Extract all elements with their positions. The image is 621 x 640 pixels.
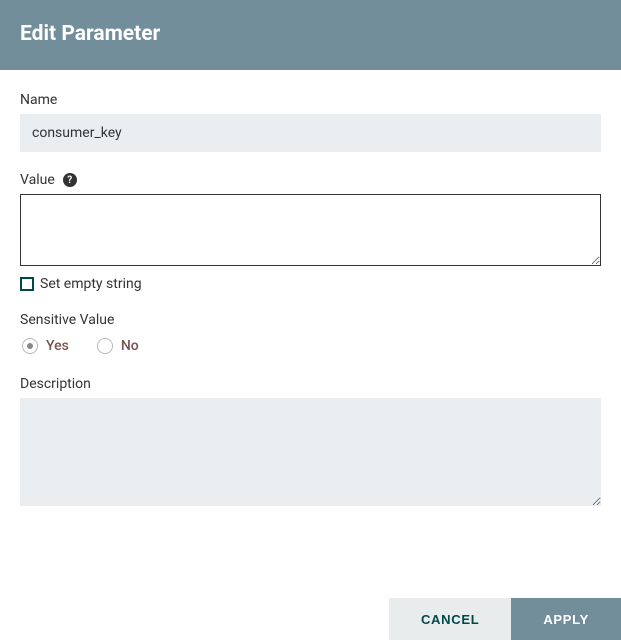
value-field: Value ? Set empty string bbox=[20, 172, 601, 292]
set-empty-label: Set empty string bbox=[40, 276, 142, 292]
dialog-footer: CANCEL APPLY bbox=[389, 598, 621, 640]
cancel-button[interactable]: CANCEL bbox=[389, 598, 511, 640]
radio-yes-label: Yes bbox=[46, 338, 69, 354]
dialog-header: Edit Parameter bbox=[0, 0, 621, 70]
sensitive-field: Sensitive Value Yes No bbox=[20, 312, 601, 354]
radio-no-label: No bbox=[121, 338, 139, 354]
radio-icon bbox=[22, 338, 38, 354]
value-textarea[interactable] bbox=[20, 194, 601, 266]
sensitive-radio-yes[interactable]: Yes bbox=[22, 338, 69, 354]
radio-icon bbox=[97, 338, 113, 354]
help-icon[interactable]: ? bbox=[63, 173, 77, 187]
value-label: Value bbox=[20, 172, 55, 188]
sensitive-radio-no[interactable]: No bbox=[97, 338, 139, 354]
value-label-row: Value ? bbox=[20, 172, 601, 188]
description-field: Description bbox=[20, 376, 601, 510]
name-label: Name bbox=[20, 92, 601, 108]
sensitive-radio-group: Yes No bbox=[20, 338, 601, 354]
description-label: Description bbox=[20, 376, 601, 392]
set-empty-checkbox[interactable] bbox=[20, 277, 34, 291]
name-input[interactable] bbox=[20, 114, 601, 152]
set-empty-row: Set empty string bbox=[20, 276, 601, 292]
dialog-title: Edit Parameter bbox=[20, 22, 601, 46]
name-field: Name bbox=[20, 92, 601, 152]
dialog-body: Name Value ? Set empty string Sensitive … bbox=[0, 70, 621, 550]
description-textarea[interactable] bbox=[20, 398, 601, 506]
sensitive-label: Sensitive Value bbox=[20, 312, 601, 328]
apply-button[interactable]: APPLY bbox=[511, 598, 621, 640]
